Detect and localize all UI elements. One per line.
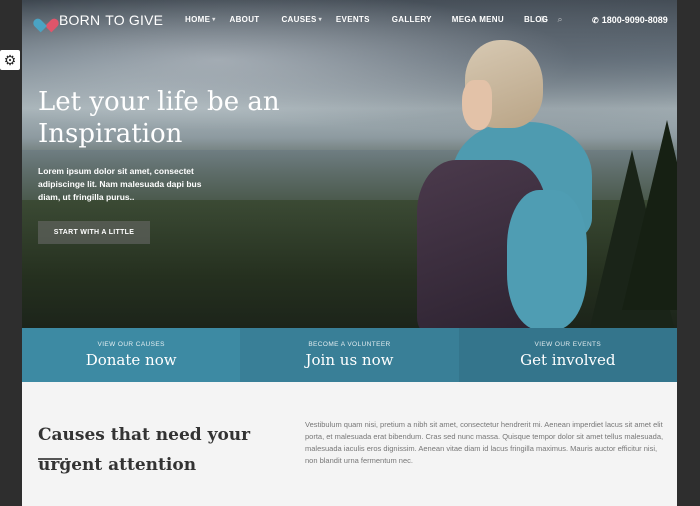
cta-title: Donate now xyxy=(85,351,177,369)
cta-subtitle: VIEW OUR EVENTS xyxy=(534,341,602,348)
get-involved-cta[interactable]: VIEW OUR EVENTS Get involved xyxy=(458,328,677,382)
title-underline-divider xyxy=(38,458,68,460)
causes-section: Causes that need your urgent attention V… xyxy=(22,382,677,506)
join-us-now-cta[interactable]: BECOME A VOLUNTEER Join us now xyxy=(240,328,459,382)
hero-person-image xyxy=(417,40,597,328)
nav-label: HOME xyxy=(185,15,211,24)
hero-description: Lorem ipsum dolor sit amet, consectet ad… xyxy=(38,166,202,202)
logo-text-part1: BORN xyxy=(59,12,101,28)
cta-row: VIEW OUR CAUSES Donate now BECOME A VOLU… xyxy=(22,328,677,382)
causes-title: Causes that need your urgent attention xyxy=(38,425,251,475)
donate-now-cta[interactable]: VIEW OUR CAUSES Donate now xyxy=(22,328,241,382)
hero-section: BORN TO GIVE HOME ▾ ABOUT CAUSES ▾ EVENTS … xyxy=(22,0,677,328)
nav-label: EVENTS xyxy=(335,15,370,24)
phone-icon: ✆ xyxy=(592,15,599,25)
person-face xyxy=(462,80,492,130)
nav-label: ABOUT xyxy=(229,15,260,24)
causes-description: Vestibulum quam nisi, pretium a nibh sit… xyxy=(305,420,664,465)
nav-label: MEGA MENU xyxy=(451,15,504,24)
phone-text: 1800-9090-8089 xyxy=(601,15,668,25)
nav-item-events[interactable]: EVENTS xyxy=(336,15,370,24)
logo-text-part2: TO GIVE xyxy=(105,12,164,28)
cta-subtitle: VIEW OUR CAUSES xyxy=(97,341,165,348)
nav-icons: ⊞ ⌕ xyxy=(540,14,563,25)
top-navigation: BORN TO GIVE HOME ▾ ABOUT CAUSES ▾ EVENTS … xyxy=(22,0,677,40)
nav-item-about[interactable]: ABOUT xyxy=(230,15,260,24)
site-logo[interactable]: BORN TO GIVE xyxy=(38,12,163,28)
search-icon[interactable]: ⌕ xyxy=(558,14,563,25)
cart-icon[interactable]: ⊞ xyxy=(540,14,548,25)
heart-logo-icon xyxy=(38,13,54,27)
chevron-down-icon: ▾ xyxy=(318,17,322,23)
gear-icon[interactable]: ⚙ xyxy=(0,50,20,70)
person-sleeve xyxy=(507,190,587,328)
nav-item-causes[interactable]: CAUSES ▾ xyxy=(281,15,321,24)
start-with-a-little-button[interactable]: START WITH A LITTLE xyxy=(38,221,150,244)
hero-title: Let your life be an Inspiration xyxy=(38,87,280,149)
main-menu: HOME ▾ ABOUT CAUSES ▾ EVENTS GALLERY MEGA … xyxy=(185,15,548,24)
nav-item-gallery[interactable]: GALLERY xyxy=(392,15,432,24)
tree-shape xyxy=(622,120,677,310)
page-frame: BORN TO GIVE HOME ▾ ABOUT CAUSES ▾ EVENTS … xyxy=(22,0,677,506)
chevron-down-icon: ▾ xyxy=(212,17,216,23)
phone-number[interactable]: ✆ 1800-9090-8089 xyxy=(592,15,668,25)
cta-title: Join us now xyxy=(305,351,394,369)
nav-item-home[interactable]: HOME ▾ xyxy=(185,15,216,24)
nav-item-mega-menu[interactable]: MEGA MENU xyxy=(452,15,504,24)
nav-label: GALLERY xyxy=(391,15,432,24)
cta-subtitle: BECOME A VOLUNTEER xyxy=(308,341,391,348)
cta-title: Get involved xyxy=(520,351,616,369)
nav-label: CAUSES xyxy=(281,15,317,24)
